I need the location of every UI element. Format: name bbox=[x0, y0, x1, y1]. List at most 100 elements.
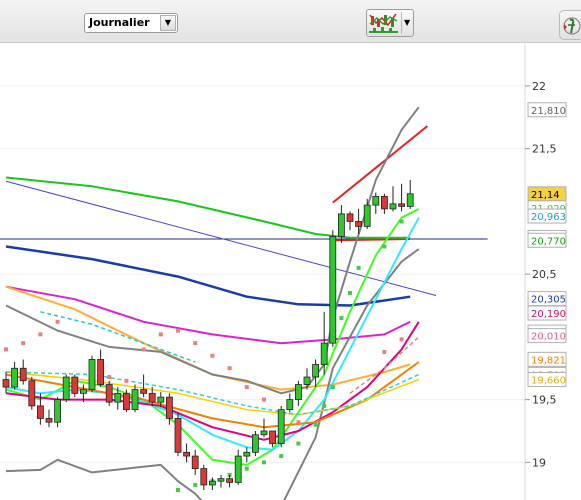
price-tick-label: 20,5 bbox=[532, 268, 557, 281]
candle-body bbox=[97, 359, 104, 385]
candle-body bbox=[45, 418, 53, 423]
sar-dot bbox=[107, 375, 112, 380]
candle-body bbox=[62, 376, 70, 401]
candle-body bbox=[312, 364, 320, 378]
indicator-menu-button[interactable]: ▼ bbox=[366, 9, 414, 37]
sar-dot bbox=[244, 466, 249, 471]
sar-dot bbox=[339, 316, 344, 321]
candle-body bbox=[123, 392, 130, 411]
sar-dot bbox=[124, 378, 129, 383]
candle-body bbox=[226, 478, 234, 483]
price-tag-label: 21,14 bbox=[531, 190, 560, 201]
candle-body bbox=[398, 203, 406, 207]
candle-body bbox=[406, 193, 414, 207]
candle-body bbox=[148, 392, 156, 403]
sar-dot bbox=[193, 341, 198, 346]
period-select[interactable]: Journalier ▼ bbox=[84, 13, 178, 33]
sar-dot bbox=[21, 341, 26, 346]
candle-body bbox=[131, 389, 139, 411]
candle-body bbox=[54, 399, 61, 423]
indicator-line bbox=[5, 245, 411, 307]
sar-dot bbox=[141, 347, 146, 352]
sar-dot bbox=[279, 454, 284, 459]
channel-lower-line bbox=[332, 238, 411, 242]
price-tag-label: 20,190 bbox=[531, 309, 566, 320]
candle-body bbox=[355, 221, 363, 227]
candle-body bbox=[88, 359, 96, 390]
candle-body bbox=[2, 379, 10, 388]
candle-body bbox=[174, 418, 182, 453]
sar-dot bbox=[55, 319, 60, 324]
candle-body bbox=[105, 384, 113, 403]
candle-body bbox=[208, 480, 216, 486]
price-tag-label: 20,770 bbox=[531, 236, 566, 247]
indicator-lines bbox=[5, 106, 420, 500]
candle-body bbox=[11, 367, 19, 388]
sar-dot bbox=[382, 244, 387, 249]
chart-toolbar: Journalier ▼ ▼ bbox=[0, 0, 581, 43]
function-icon bbox=[563, 17, 581, 35]
sar-dot bbox=[313, 422, 318, 427]
sar-dot bbox=[296, 441, 301, 446]
price-tag-label: 21,810 bbox=[531, 106, 566, 117]
sar-dot bbox=[399, 337, 404, 342]
candle-body bbox=[234, 455, 242, 483]
candle-body bbox=[372, 195, 380, 206]
candle-body bbox=[363, 204, 371, 227]
sar-dot bbox=[322, 403, 327, 408]
sar-dot bbox=[227, 366, 232, 371]
price-tick-label: 19 bbox=[532, 456, 546, 469]
sar-dot bbox=[4, 347, 8, 352]
price-tick-label: 19,5 bbox=[532, 394, 557, 407]
sar-dot bbox=[348, 290, 352, 295]
sar-dot bbox=[296, 420, 301, 425]
candle-body bbox=[294, 384, 302, 401]
candle-body bbox=[251, 434, 259, 453]
candle-body bbox=[28, 380, 36, 407]
candle-body bbox=[71, 376, 79, 394]
sar-dot bbox=[382, 349, 387, 354]
candle-body bbox=[183, 451, 191, 457]
sar-dot bbox=[262, 460, 266, 465]
candle-body bbox=[329, 236, 337, 344]
candle-body bbox=[157, 396, 165, 403]
price-chart[interactable]: 2221,520,519,519 21,81021,1421,02920,963… bbox=[0, 42, 581, 500]
sar-dot bbox=[244, 385, 249, 390]
period-dropdown-icon[interactable]: ▼ bbox=[160, 15, 176, 31]
candle-body bbox=[200, 468, 208, 486]
candle-body bbox=[114, 392, 122, 403]
indicator-line bbox=[40, 311, 196, 363]
sar-dot bbox=[399, 219, 404, 224]
candle-body bbox=[191, 455, 199, 470]
sar-dot bbox=[176, 487, 180, 492]
candle-body bbox=[303, 376, 311, 385]
price-axis: 22 21,5 20,5 19,5 19 bbox=[525, 80, 557, 469]
candle-body bbox=[337, 213, 345, 237]
chart-grid bbox=[0, 85, 525, 463]
price-tag-label: 20,305 bbox=[531, 295, 566, 306]
candle-body bbox=[37, 405, 44, 419]
candle-body bbox=[260, 430, 268, 436]
period-select-value: Journalier bbox=[89, 16, 150, 29]
candle-body bbox=[346, 213, 354, 222]
function-button[interactable] bbox=[559, 10, 581, 40]
candle-body bbox=[217, 478, 225, 482]
candle-body bbox=[19, 367, 27, 382]
candle-body bbox=[277, 409, 285, 444]
price-tick-label: 21,5 bbox=[532, 143, 557, 156]
sar-dot bbox=[176, 328, 180, 333]
sar-dot bbox=[158, 332, 163, 337]
indicator-dropdown-icon[interactable]: ▼ bbox=[404, 18, 410, 27]
sar-dot bbox=[330, 385, 335, 390]
candle-body bbox=[269, 430, 277, 444]
candle-body bbox=[80, 389, 87, 394]
sar-dot bbox=[262, 397, 266, 402]
chart-indicators-icon bbox=[369, 13, 398, 33]
sar-dot bbox=[210, 353, 215, 358]
price-tag-label: 20,010 bbox=[531, 332, 566, 343]
sar-dot bbox=[193, 482, 198, 487]
candle-body bbox=[286, 399, 294, 411]
price-tick-label: 22 bbox=[532, 80, 546, 93]
price-tag-label: 20,963 bbox=[531, 212, 566, 223]
price-tag-label: 19,821 bbox=[531, 355, 566, 366]
